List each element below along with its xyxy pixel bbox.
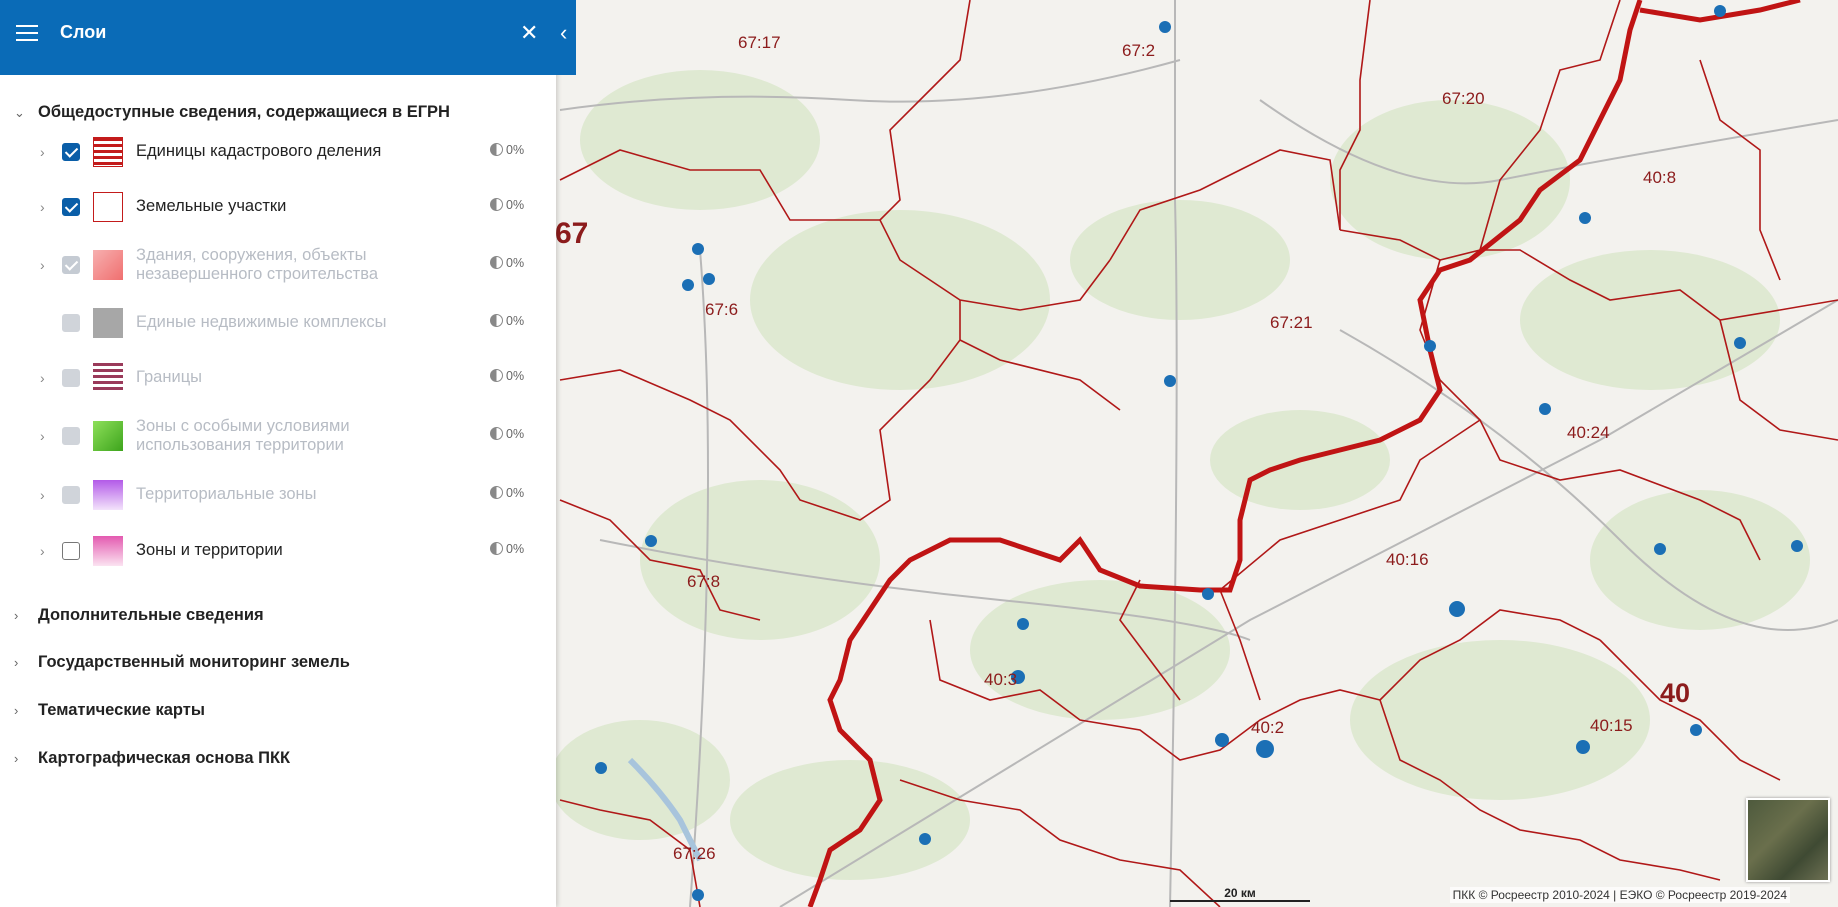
layers-panel: Слои ✕ ‹ ⌄ Общедоступные сведения, содер… [0,0,576,907]
layer-checkbox[interactable] [62,314,80,332]
chevron-right-icon[interactable]: › [40,144,45,160]
zones-territories-swatch [93,536,123,566]
chevron-right-icon[interactable]: › [14,608,18,623]
opacity-control[interactable]: 0% [490,314,524,328]
chevron-right-icon[interactable]: › [14,751,18,766]
map-label: 40:2 [1251,718,1284,737]
map-label: 67:6 [705,300,738,319]
opacity-icon [490,314,503,327]
map-label: 67:8 [687,572,720,591]
chevron-right-icon[interactable]: › [40,543,45,559]
layer-row-cadastral-division: › Единицы кадастрового деления 0% [0,130,556,178]
borders-swatch [93,363,123,393]
group-egrn-public[interactable]: Общедоступные сведения, содержащиеся в Е… [38,103,450,122]
group-thematic-maps[interactable]: Тематические карты [38,701,205,720]
layer-row-special-zones: › Зоны с особыми условиями использования… [0,414,556,462]
layer-row-borders: › Границы 0% [0,356,556,404]
opacity-control[interactable]: 0% [490,427,524,441]
map-scale-bar: 20 км [1170,886,1310,902]
layer-checkbox[interactable] [62,427,80,445]
layer-checkbox[interactable] [62,542,80,560]
chevron-right-icon[interactable]: › [14,703,18,718]
map-label: 40 [1660,678,1690,708]
opacity-icon [490,198,503,211]
group-land-monitoring[interactable]: Государственный мониторинг земель [38,653,350,672]
cadastral-division-swatch [93,137,123,167]
complexes-swatch [93,308,123,338]
layer-label: Земельные участки [136,197,287,215]
layer-row-buildings: › Здания, сооружения, объекты незавершен… [0,243,556,291]
layer-checkbox[interactable] [62,486,80,504]
chevron-down-icon[interactable]: ⌄ [14,105,25,121]
layer-label: Границы [136,368,202,386]
map-label: 40:15 [1590,716,1633,735]
opacity-icon [490,143,503,156]
close-icon[interactable]: ✕ [520,20,538,46]
opacity-icon [490,486,503,499]
panel-title: Слои [60,22,107,42]
map-label: 67:2 [1122,41,1155,60]
menu-icon[interactable] [16,25,38,43]
opacity-icon [490,369,503,382]
layer-checkbox[interactable] [62,198,80,216]
map-label: 67 [555,217,588,250]
map-attribution: ПКК © Росреестр 2010-2024 | ЕЭКО © Росре… [1449,887,1790,903]
opacity-control[interactable]: 0% [490,369,524,383]
panel-header: Слои ✕ ‹ [0,0,576,75]
layer-label: Территориальные зоны [136,485,317,503]
map-label: 40:24 [1567,423,1610,442]
opacity-control[interactable]: 0% [490,143,524,157]
map-label: 40:16 [1386,550,1429,569]
layer-label: Здания, сооружения, объекты незавершенно… [136,246,378,283]
buildings-swatch [93,250,123,280]
layer-checkbox[interactable] [62,256,80,274]
collapse-panel-icon[interactable]: ‹ [560,20,567,46]
layer-label: Единицы кадастрового деления [136,142,382,160]
land-plots-swatch [93,192,123,222]
chevron-right-icon[interactable]: › [40,370,45,386]
opacity-control[interactable]: 0% [490,486,524,500]
layer-checkbox[interactable] [62,369,80,387]
chevron-right-icon[interactable]: › [14,655,18,670]
opacity-icon [490,542,503,555]
opacity-control[interactable]: 0% [490,256,524,270]
opacity-icon [490,256,503,269]
opacity-icon [490,427,503,440]
group-cartographic-base[interactable]: Картографическая основа ПКК [38,749,290,768]
layer-row-complexes: Единые недвижимые комплексы 0% [0,301,556,349]
group-additional-info[interactable]: Дополнительные сведения [38,606,264,625]
opacity-control[interactable]: 0% [490,198,524,212]
map-label: 40:3 [984,670,1017,689]
map-label: 67:26 [673,844,716,863]
chevron-right-icon[interactable]: › [40,428,45,444]
layer-row-zones-territories: › Зоны и территории 0% [0,529,556,577]
layer-label: Зоны и территории [136,541,283,559]
map-label: 67:17 [738,33,781,52]
layer-label: Зоны с особыми условиями использования т… [136,417,350,454]
map-label: 67:20 [1442,89,1485,108]
layer-row-land-plots: › Земельные участки 0% [0,185,556,233]
layer-label: Единые недвижимые комплексы [136,313,387,331]
special-zones-swatch [93,421,123,451]
map-label: 67:21 [1270,313,1313,332]
chevron-right-icon[interactable]: › [40,199,45,215]
chevron-right-icon[interactable]: › [40,487,45,503]
territorial-zones-swatch [93,480,123,510]
layer-checkbox[interactable] [62,143,80,161]
map-label: 40:8 [1643,168,1676,187]
basemap-switcher-thumbnail[interactable] [1746,798,1830,882]
chevron-right-icon[interactable]: › [40,257,45,273]
opacity-control[interactable]: 0% [490,542,524,556]
layer-row-territorial-zones: › Территориальные зоны 0% [0,473,556,521]
